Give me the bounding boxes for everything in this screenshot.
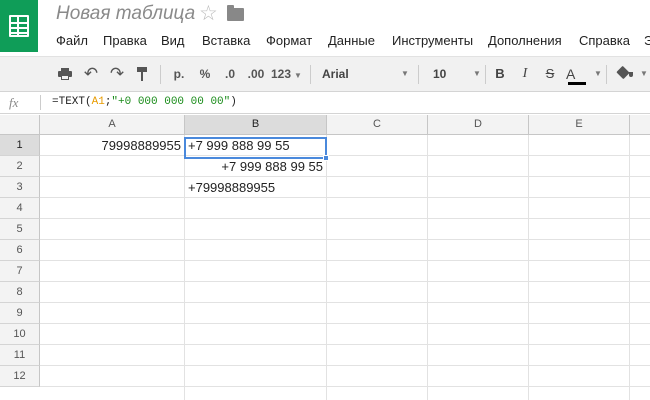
menu-help[interactable]: Справка [579,33,630,48]
fx-icon: fx [9,95,19,110]
chevron-down-icon: ▼ [594,69,602,78]
column-header-a[interactable]: A [40,115,185,135]
menu-insert[interactable]: Вставка [202,33,250,48]
chevron-down-icon: ▼ [473,69,481,78]
print-icon[interactable] [58,68,72,80]
font-family-value: Arial [322,67,349,81]
formula-string: "+0 000 000 00 00" [111,96,231,108]
row-header[interactable]: 2 [0,156,40,177]
column-header-c[interactable]: C [327,115,428,135]
italic-button[interactable]: I [517,57,533,91]
star-icon[interactable]: ☆ [199,1,218,26]
text-color-swatch [568,82,586,85]
toolbar-divider [310,65,311,84]
menu-addons[interactable]: Дополнения [488,33,562,48]
row-gridline [40,176,650,177]
font-family-dropdown[interactable]: Arial ▼ [322,57,409,91]
document-title[interactable]: Новая таблица [56,3,195,25]
row-header[interactable]: 4 [0,198,40,219]
paint-format-icon[interactable] [137,67,147,81]
row-gridline [40,365,650,366]
formula-divider [40,95,41,110]
spreadsheet-grid: A B C D E 1 2 3 4 5 6 7 8 9 10 11 12 799… [0,115,650,400]
row-header[interactable]: 10 [0,324,40,345]
row-header[interactable]: 6 [0,240,40,261]
row-header[interactable]: 9 [0,303,40,324]
row-header[interactable]: 1 [0,135,40,156]
row-gridline [40,260,650,261]
number-format-dropdown[interactable]: 123 ▼ [271,57,305,91]
row-gridline [40,281,650,282]
row-header[interactable]: 12 [0,366,40,387]
row-gridline [40,218,650,219]
column-header-b[interactable]: B [185,115,327,135]
undo-icon[interactable]: ↶ [81,57,101,91]
font-size-dropdown[interactable]: 10 ▼ [433,57,481,91]
font-size-value: 10 [433,67,447,81]
chevron-down-icon[interactable]: ▼ [639,57,649,91]
row-gridline [40,197,650,198]
menu-data[interactable]: Данные [328,33,375,48]
formula-prefix: =TEXT( [52,96,92,108]
select-all-corner[interactable] [0,115,40,135]
number-format-label: 123 [271,67,292,81]
currency-button[interactable]: р. [169,57,189,91]
row-header[interactable]: 7 [0,261,40,282]
column-gridline [528,135,529,400]
menu-file[interactable]: Файл [56,33,88,48]
percent-button[interactable]: % [196,57,214,91]
menu-edit[interactable]: Правка [103,33,147,48]
formula-input[interactable]: =TEXT(A1;"+0 000 000 00 00") [52,96,237,108]
fill-color-icon[interactable] [616,65,633,80]
column-header-d[interactable]: D [428,115,529,135]
row-gridline [40,344,650,345]
menu-format[interactable]: Формат [266,33,312,48]
menu-view[interactable]: Вид [161,33,185,48]
toolbar-divider [485,65,486,84]
cell-b2[interactable]: +7 999 888 99 55 [185,156,326,177]
text-color-icon: A [566,66,576,82]
chevron-down-icon: ▼ [401,69,409,78]
strikethrough-button[interactable]: S [542,57,558,91]
cell-b3[interactable]: +79998889955 [185,177,326,198]
formula-suffix: ) [230,96,237,108]
toolbar-divider [160,65,161,84]
column-gridline [326,135,327,400]
text-color-dropdown[interactable]: A ▼ [566,57,602,91]
cell-a1[interactable]: 79998889955 [40,135,184,156]
bold-button[interactable]: B [492,57,508,91]
fill-handle[interactable] [323,155,329,161]
row-gridline [40,239,650,240]
active-cell-selection [184,137,327,159]
toolbar-divider [418,65,419,84]
column-gridline [427,135,428,400]
menu-tools[interactable]: Инструменты [392,33,473,48]
sheets-logo-icon[interactable] [0,0,38,52]
row-gridline [40,386,650,387]
app-header: Новая таблица ☆ Файл Правка Вид Вставка … [0,0,650,56]
decrease-decimals-button[interactable]: .0 [219,57,241,91]
formula-bar: fx =TEXT(A1;"+0 000 000 00 00") [0,92,650,114]
row-header[interactable]: 11 [0,345,40,366]
folder-icon[interactable] [227,5,244,21]
column-gridline [629,135,630,400]
toolbar-divider [606,65,607,84]
increase-decimals-button[interactable]: .00 [244,57,268,91]
row-gridline [40,323,650,324]
column-header-overflow [630,115,650,135]
formula-reference: A1 [91,96,105,108]
chevron-down-icon: ▼ [294,71,302,80]
column-header-e[interactable]: E [529,115,630,135]
redo-icon[interactable]: ↷ [107,57,127,91]
row-header[interactable]: 8 [0,282,40,303]
toolbar: ↶ ↷ р. % .0 .00 123 ▼ Arial ▼ 10 ▼ B I S A ▼… [0,56,650,92]
row-gridline [40,302,650,303]
row-header[interactable]: 5 [0,219,40,240]
menu-overflow[interactable]: Э [644,33,650,48]
row-header[interactable]: 3 [0,177,40,198]
